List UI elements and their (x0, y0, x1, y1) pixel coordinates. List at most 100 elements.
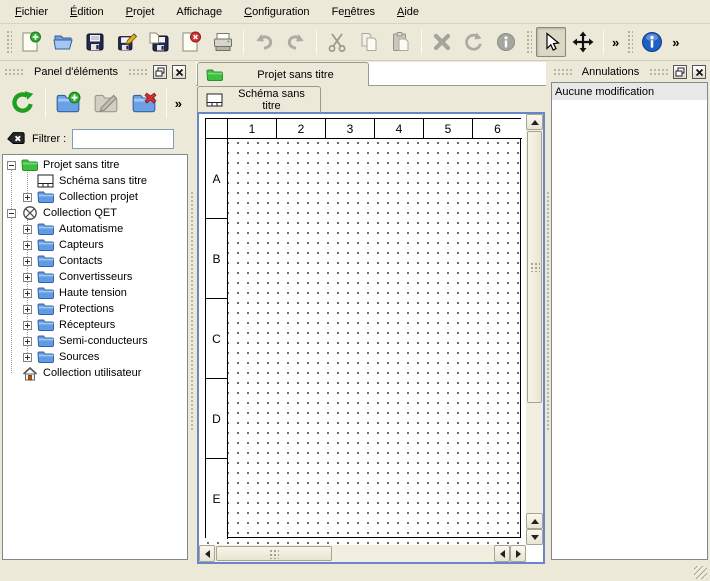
horizontal-scroll-thumb[interactable] (216, 546, 332, 561)
menu-projet[interactable]: Projet (115, 2, 166, 22)
filter-clear-icon[interactable] (6, 129, 26, 149)
tree-expander-plus[interactable] (23, 305, 32, 314)
info-gray-icon (495, 31, 517, 53)
dock-drag-texture[interactable] (4, 68, 24, 76)
menu-fenetres[interactable]: Fenêtres (321, 2, 386, 22)
cut-button[interactable] (322, 27, 352, 57)
tree-expander-plus[interactable] (23, 353, 32, 362)
toolbar-grip-handle[interactable] (5, 29, 12, 55)
close-document-button[interactable] (176, 27, 206, 57)
scroll-mode-button[interactable] (568, 27, 598, 57)
toolbar-overflow-1-chevron-icon[interactable]: » (608, 35, 623, 50)
dock-drag-texture[interactable] (649, 68, 668, 76)
tree-item-protections[interactable]: Protections (3, 301, 187, 317)
tree-expander-minus[interactable] (7, 209, 16, 218)
tree-item-sche-ma-sans-titre[interactable]: Schéma sans titre (3, 173, 187, 189)
panel-toolbar-overflow-chevron-icon[interactable]: » (171, 96, 186, 111)
save-as-button[interactable] (112, 27, 142, 57)
new-document-button[interactable] (16, 27, 46, 57)
elements-panel-titlebar: Panel d'éléments (2, 62, 188, 82)
open-document-button[interactable] (48, 27, 78, 57)
toolbar-grip-handle[interactable] (626, 29, 633, 55)
select-mode-button[interactable] (536, 27, 566, 57)
scroll-left-button-2[interactable] (494, 545, 510, 562)
floppy-edit-icon (116, 31, 138, 53)
schema-canvas[interactable]: 123456ABCDE (197, 112, 545, 564)
rotate-button[interactable] (459, 27, 489, 57)
vertical-scrollbar[interactable] (526, 114, 543, 545)
left-splitter[interactable] (188, 62, 196, 560)
undo-button[interactable] (249, 27, 279, 57)
tab-project[interactable]: Projet sans titre (197, 62, 369, 86)
folder-blue-icon (37, 350, 54, 364)
tree-expander-plus[interactable] (23, 273, 32, 282)
tree-expander-plus[interactable] (23, 321, 32, 330)
reload-collections-button[interactable] (6, 86, 40, 120)
tree-item-haute-tension[interactable]: Haute tension (3, 285, 187, 301)
tree-item-automatisme[interactable]: Automatisme (3, 221, 187, 237)
menu-edition[interactable]: Édition (59, 2, 115, 22)
tree-expander-plus[interactable] (23, 241, 32, 250)
print-button[interactable] (208, 27, 238, 57)
tree-expander-plus[interactable] (23, 257, 32, 266)
tab-schema[interactable]: Schéma sans titre (197, 86, 321, 112)
tree-item-capteurs[interactable]: Capteurs (3, 237, 187, 253)
float-panel-button[interactable] (153, 65, 167, 79)
toolbar-overflow-2-chevron-icon[interactable]: » (668, 35, 683, 50)
delete-category-button[interactable] (127, 86, 161, 120)
undo-history-item[interactable]: Aucune modification (552, 83, 707, 100)
dock-drag-texture[interactable] (128, 68, 148, 76)
menu-configuration[interactable]: Configuration (233, 2, 320, 22)
folder-delete-icon (131, 90, 157, 116)
undo-panel-dock: Annulations Aucune modification (551, 62, 708, 560)
tree-item-sources[interactable]: Sources (3, 349, 187, 365)
scroll-right-button[interactable] (510, 545, 526, 562)
tree-item-collection-utilisateur[interactable]: Collection utilisateur (3, 365, 187, 381)
tree-expander-plus[interactable] (23, 289, 32, 298)
save-all-button[interactable] (144, 27, 174, 57)
menu-affichage[interactable]: Affichage (165, 2, 233, 22)
tree-item-collection-qet[interactable]: Collection QET (3, 205, 187, 221)
filter-input[interactable] (72, 129, 174, 149)
element-info-button[interactable] (491, 27, 521, 57)
window-resize-grip[interactable] (694, 566, 707, 579)
copy-button[interactable] (354, 27, 384, 57)
float-panel-button[interactable] (673, 65, 687, 79)
delete-button[interactable] (427, 27, 457, 57)
tree-expander-plus[interactable] (23, 337, 32, 346)
tree-item-semi-conducteurs[interactable]: Semi-conducteurs (3, 333, 187, 349)
project-tabbar: Projet sans titre (196, 62, 546, 86)
scroll-up-button-2[interactable] (526, 513, 543, 529)
tree-item-collection-projet[interactable]: Collection projet (3, 189, 187, 205)
paste-button[interactable] (386, 27, 416, 57)
horizontal-scrollbar[interactable] (199, 545, 526, 562)
tree-item-contacts[interactable]: Contacts (3, 253, 187, 269)
scroll-up-button[interactable] (526, 114, 543, 130)
printer-icon (212, 31, 234, 53)
tree-item-convertisseurs[interactable]: Convertisseurs (3, 269, 187, 285)
close-panel-button[interactable] (692, 65, 706, 79)
dock-drag-texture[interactable] (553, 68, 572, 76)
redo-button[interactable] (281, 27, 311, 57)
status-bar (0, 565, 710, 581)
tree-expander-plus[interactable] (23, 193, 32, 202)
floppy-icon (84, 31, 106, 53)
schema-sheet-icon (206, 93, 223, 107)
toolbar-grip-handle[interactable] (525, 29, 532, 55)
scroll-down-button[interactable] (526, 529, 543, 545)
tree-expander-minus[interactable] (7, 161, 16, 170)
vertical-scroll-thumb[interactable] (527, 131, 542, 403)
menu-fichier[interactable]: Fichier (4, 2, 59, 22)
scroll-left-button[interactable] (199, 545, 215, 562)
tree-expander-plus[interactable] (23, 225, 32, 234)
menu-aide[interactable]: Aide (386, 2, 430, 22)
save-button[interactable] (80, 27, 110, 57)
about-qet-button[interactable] (637, 27, 667, 57)
tree-item-projet-sans-titre[interactable]: Projet sans titre (3, 157, 187, 173)
close-panel-button[interactable] (172, 65, 186, 79)
tree-item-label: Haute tension (59, 287, 127, 299)
new-category-button[interactable] (51, 86, 85, 120)
schema-viewport[interactable]: 123456ABCDE (199, 114, 526, 545)
edit-category-button[interactable] (89, 86, 123, 120)
tree-item-re-cepteurs[interactable]: Récepteurs (3, 317, 187, 333)
